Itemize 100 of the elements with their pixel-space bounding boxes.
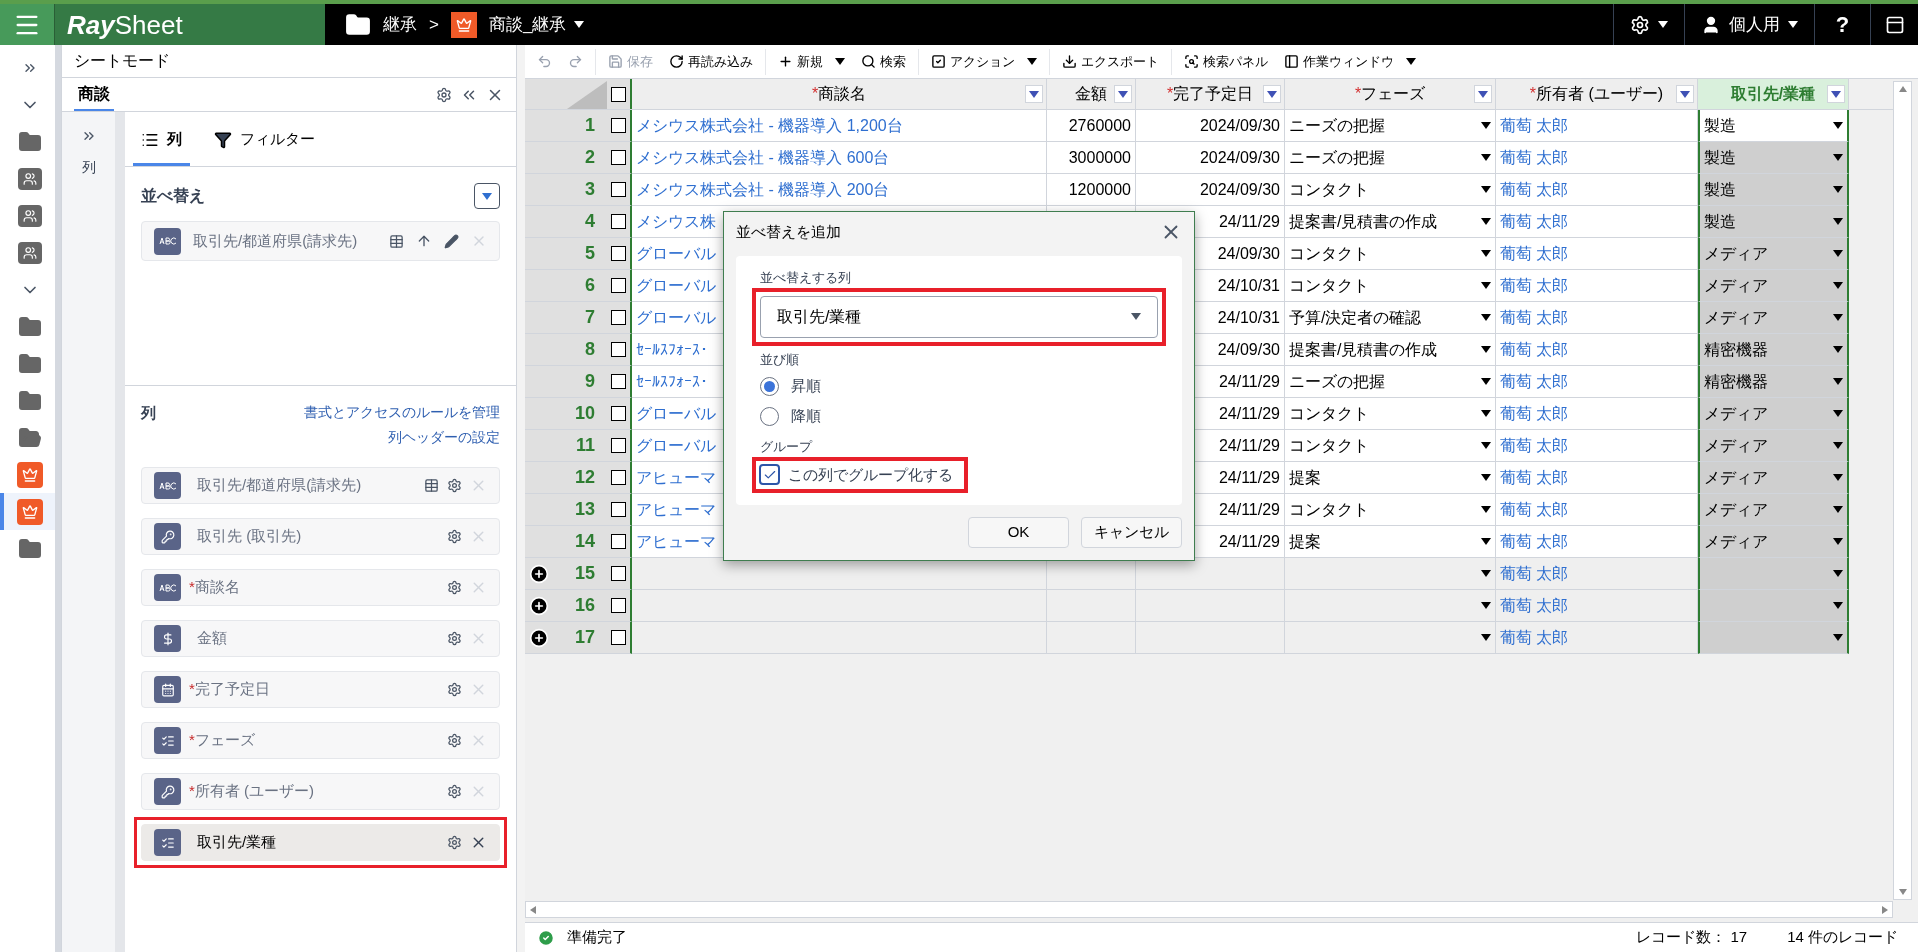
dropdown-cell[interactable]: 精密機器: [1698, 366, 1849, 398]
table-cell[interactable]: 2024/09/30: [1136, 174, 1285, 206]
dropdown-cell[interactable]: ニーズの把握: [1285, 366, 1496, 398]
row-checkbox[interactable]: [611, 214, 626, 229]
dropdown-cell[interactable]: 提案書/見積書の作成: [1285, 206, 1496, 238]
checkbox[interactable]: [759, 464, 780, 486]
shared-folder-icon[interactable]: [17, 204, 42, 227]
table-cell[interactable]: 葡萄 太郎: [1496, 110, 1698, 142]
filter-dropdown-icon[interactable]: [1474, 85, 1492, 103]
toolbar-button[interactable]: 作業ウィンドウ: [1276, 47, 1424, 76]
link[interactable]: 列ヘッダーの設定: [388, 427, 500, 448]
sort-item[interactable]: 取引先/都道府県(請求先): [141, 221, 500, 261]
dropdown-cell[interactable]: メディア: [1698, 302, 1849, 334]
dropdown-cell[interactable]: ニーズの把握: [1285, 110, 1496, 142]
table-cell[interactable]: [1047, 590, 1136, 622]
table-cell[interactable]: 2024/09/30: [1136, 142, 1285, 174]
crown-icon[interactable]: [16, 498, 43, 525]
table-cell[interactable]: 葡萄 太郎: [1496, 398, 1698, 430]
panel-tab[interactable]: フィルター: [206, 116, 323, 166]
crown-icon[interactable]: [16, 461, 43, 488]
breadcrumb-link[interactable]: 商談_継承: [488, 11, 585, 38]
dropdown-cell[interactable]: [1698, 558, 1849, 590]
dropdown-cell[interactable]: コンタクト: [1285, 270, 1496, 302]
shared-folder-icon[interactable]: [17, 167, 42, 190]
table-cell[interactable]: [1136, 622, 1285, 654]
table-cell[interactable]: 葡萄 太郎: [1496, 366, 1698, 398]
row-checkbox[interactable]: [611, 118, 626, 133]
dropdown-cell[interactable]: 製造: [1698, 110, 1849, 142]
row-checkbox[interactable]: [611, 598, 626, 613]
table-cell[interactable]: 葡萄 太郎: [1496, 142, 1698, 174]
settings-icon[interactable]: [447, 835, 462, 850]
row-checkbox[interactable]: [611, 150, 626, 165]
dropdown-cell[interactable]: 製造: [1698, 142, 1849, 174]
row-checkbox[interactable]: [611, 502, 626, 517]
table-cell[interactable]: [632, 558, 1047, 590]
table-cell[interactable]: 葡萄 太郎: [1496, 430, 1698, 462]
table-cell[interactable]: 2024/09/30: [1136, 110, 1285, 142]
dropdown-cell[interactable]: コンタクト: [1285, 430, 1496, 462]
table-cell[interactable]: 葡萄 太郎: [1496, 622, 1698, 654]
row-checkbox[interactable]: [611, 374, 626, 389]
dropdown-cell[interactable]: コンタクト: [1285, 174, 1496, 206]
settings-icon[interactable]: [436, 86, 452, 103]
add-row-icon[interactable]: [529, 627, 549, 648]
sort-ascending-icon[interactable]: [416, 233, 432, 249]
filter-dropdown-icon[interactable]: [1263, 85, 1281, 103]
table-cell[interactable]: [1047, 622, 1136, 654]
dropdown-cell[interactable]: 提案: [1285, 462, 1496, 494]
folder-icon[interactable]: [17, 314, 42, 339]
table-cell[interactable]: 1200000: [1047, 174, 1136, 206]
folder-icon[interactable]: [17, 536, 42, 561]
table-cell[interactable]: 葡萄 太郎: [1496, 302, 1698, 334]
column-item[interactable]: 取引先/都道府県(請求先): [141, 467, 500, 504]
add-row-icon[interactable]: [529, 595, 549, 616]
table-icon[interactable]: [389, 233, 404, 249]
dropdown-cell[interactable]: メディア: [1698, 430, 1849, 462]
table-cell[interactable]: 葡萄 太郎: [1496, 270, 1698, 302]
column-item[interactable]: 取引先 (取引先): [141, 518, 500, 555]
column-item[interactable]: *商談名: [141, 569, 500, 606]
column-header[interactable]: 取引先/業種: [1698, 79, 1849, 109]
dropdown-cell[interactable]: 予算/決定者の確認: [1285, 302, 1496, 334]
row-checkbox[interactable]: [611, 342, 626, 357]
dropdown-cell[interactable]: メディア: [1698, 494, 1849, 526]
vertical-scrollbar[interactable]: [1893, 81, 1912, 900]
dropdown-cell[interactable]: メディア: [1698, 526, 1849, 558]
toolbar-button[interactable]: 新規: [770, 47, 853, 76]
dropdown-cell[interactable]: 精密機器: [1698, 334, 1849, 366]
group-checkbox[interactable]: この列でグループ化する: [759, 463, 961, 486]
dropdown-cell[interactable]: メディア: [1698, 270, 1849, 302]
row-checkbox[interactable]: [611, 566, 626, 581]
dropdown-cell[interactable]: 提案: [1285, 526, 1496, 558]
settings-icon[interactable]: [447, 784, 462, 799]
dropdown-cell[interactable]: 製造: [1698, 206, 1849, 238]
toolbar-button[interactable]: 検索: [853, 47, 914, 76]
edit-icon[interactable]: [444, 233, 459, 249]
breadcrumb-link[interactable]: 継承: [383, 11, 417, 38]
link[interactable]: 書式とアクセスのルールを管理: [304, 402, 500, 423]
menu-button[interactable]: [0, 4, 55, 45]
settings-icon[interactable]: [447, 529, 462, 544]
column-item[interactable]: 金額: [141, 620, 500, 657]
row-checkbox[interactable]: [611, 630, 626, 645]
table-cell[interactable]: 葡萄 太郎: [1496, 334, 1698, 366]
table-cell[interactable]: 葡萄 太郎: [1496, 526, 1698, 558]
folder-icon[interactable]: [17, 351, 42, 376]
dropdown-cell[interactable]: メディア: [1698, 398, 1849, 430]
column-item[interactable]: *所有者 (ユーザー): [141, 773, 500, 810]
column-select[interactable]: 取引先/業種: [760, 295, 1158, 338]
table-icon[interactable]: [424, 478, 439, 493]
table-cell[interactable]: メシウス株式会社 - 機器導入 600台: [632, 142, 1047, 174]
column-item[interactable]: *フェーズ: [141, 722, 500, 759]
settings-icon[interactable]: [447, 682, 462, 697]
table-cell[interactable]: 葡萄 太郎: [1496, 494, 1698, 526]
horizontal-scrollbar[interactable]: [525, 901, 1893, 918]
dialog-button[interactable]: キャンセル: [1081, 517, 1182, 548]
dropdown-cell[interactable]: コンタクト: [1285, 494, 1496, 526]
row-checkbox[interactable]: [611, 438, 626, 453]
filter-dropdown-icon[interactable]: [1114, 85, 1132, 103]
table-cell[interactable]: [1136, 590, 1285, 622]
toolbar-button[interactable]: 再読み込み: [661, 47, 761, 76]
select-all-checkbox[interactable]: [611, 86, 626, 102]
row-checkbox[interactable]: [611, 278, 626, 293]
